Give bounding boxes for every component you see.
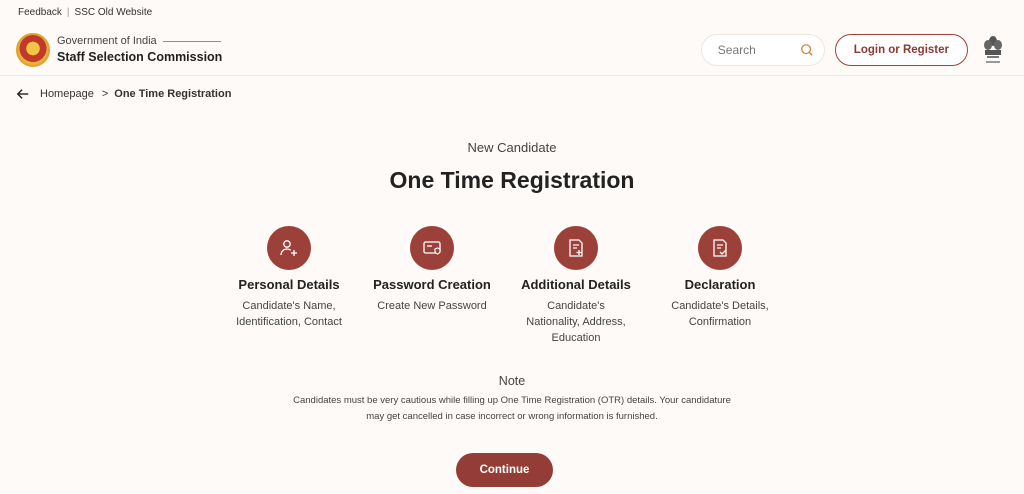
breadcrumb-home-link[interactable]: Homepage — [40, 88, 94, 100]
old-website-link[interactable]: SSC Old Website — [75, 7, 153, 18]
breadcrumb-separator: > — [101, 88, 109, 100]
top-utility-bar: Feedback | SSC Old Website — [0, 0, 1024, 24]
step-title: Additional Details — [521, 277, 631, 292]
step-additional-details: Additional Details Candidate's Nationali… — [501, 226, 651, 346]
step-description: Create New Password — [377, 300, 487, 312]
topbar-separator: | — [66, 6, 70, 18]
ssc-logo-link[interactable]: Government of India Staff Selection Comm… — [16, 32, 222, 67]
password-card-icon — [423, 241, 441, 255]
registration-steps: Personal Details Candidate's Name, Ident… — [0, 226, 1024, 346]
search-placeholder: Search — [717, 42, 756, 57]
continue-button[interactable]: Continue — [456, 453, 553, 487]
search-input[interactable]: Search — [700, 33, 825, 66]
step-title: Password Creation — [373, 277, 491, 292]
national-emblem-icon — [984, 35, 1002, 63]
document-check-icon — [713, 239, 727, 257]
site-header: Government of India Staff Selection Comm… — [0, 24, 1024, 76]
breadcrumb: Homepage > One Time Registration — [0, 76, 1024, 112]
page-subtitle: New Candidate — [467, 140, 557, 155]
step-description: Candidate's Nationality, Address, Educat… — [526, 300, 626, 344]
add-user-icon — [280, 240, 297, 256]
note-title: Note — [498, 374, 526, 388]
org-text: Government of India Staff Selection Comm… — [57, 34, 222, 65]
step-title: Declaration — [684, 277, 756, 292]
login-register-button[interactable]: Login or Register — [834, 33, 968, 66]
org-name: Staff Selection Commission — [57, 49, 223, 64]
step-title: Personal Details — [238, 277, 340, 292]
feedback-link[interactable]: Feedback — [18, 7, 62, 18]
breadcrumb-current: One Time Registration — [114, 88, 232, 100]
gov-label: Government of India — [57, 35, 157, 48]
search-icon[interactable] — [800, 43, 814, 57]
back-arrow-icon[interactable] — [16, 87, 30, 101]
ssc-logo-icon — [16, 32, 50, 67]
step-description: Candidate's Details, Confirmation — [671, 300, 769, 328]
step-description: Candidate's Name, Identification, Contac… — [236, 300, 342, 328]
note-section: Note Candidates must be very cautious wh… — [0, 374, 1024, 425]
page-title: One Time Registration — [389, 167, 635, 193]
step-declaration: Declaration Candidate's Details, Confirm… — [645, 226, 795, 330]
main-content: New Candidate One Time Registration — [0, 140, 1024, 194]
step-personal-details: Personal Details Candidate's Name, Ident… — [214, 226, 364, 330]
document-add-icon — [569, 239, 583, 257]
step-password-creation: Password Creation Create New Password — [357, 226, 507, 314]
decorative-line — [162, 40, 221, 42]
note-text: Candidates must be very cautious while f… — [293, 395, 731, 422]
